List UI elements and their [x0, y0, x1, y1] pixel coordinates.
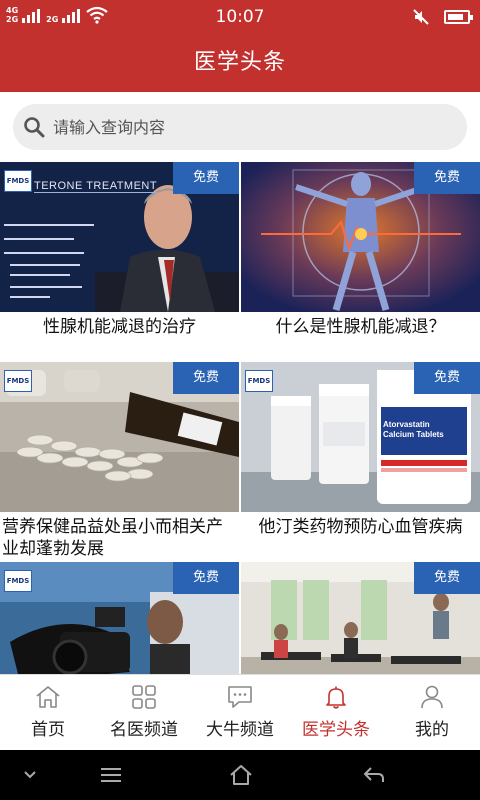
grid-icon — [132, 685, 156, 709]
nav-experts[interactable]: 大牛频道 — [192, 675, 288, 750]
article-grid: TERONE TREATMENT FMDS 免费 性腺机能减退的治疗 免费 什么… — [0, 162, 480, 674]
nav-home[interactable]: 首页 — [0, 675, 96, 750]
nav-me[interactable]: 我的 — [384, 675, 480, 750]
nav-famous-doctors[interactable]: 名医频道 — [96, 675, 192, 750]
search-input[interactable] — [53, 117, 433, 137]
article-card[interactable]: Atorvastatin Calcium Tablets FMDS 免费 他汀类… — [241, 362, 480, 562]
free-badge: 免费 — [173, 562, 239, 594]
article-thumbnail: TERONE TREATMENT FMDS 免费 — [0, 162, 239, 312]
article-title: 什么是性腺机能减退？ — [275, 317, 446, 337]
article-thumbnail: FMDS 免费 — [0, 562, 239, 674]
article-thumbnail: 免费 — [241, 162, 480, 312]
nav-medical-headlines-label: 医学头条 — [302, 720, 370, 740]
fmds-logo: FMDS — [4, 170, 32, 192]
article-thumbnail: 免费 — [241, 562, 480, 674]
nav-medical-headlines[interactable]: 医学头条 — [288, 675, 384, 750]
free-badge: 免费 — [414, 362, 480, 394]
free-badge: 免费 — [173, 162, 239, 194]
bell-icon — [326, 686, 346, 709]
bottom-nav: 首页 名医频道 大牛频道 医学头条 我的 — [0, 674, 480, 750]
free-badge: 免费 — [414, 562, 480, 594]
nav-home-label: 首页 — [31, 720, 65, 740]
chat-icon — [228, 686, 252, 708]
article-thumbnail: Atorvastatin Calcium Tablets FMDS 免费 — [241, 362, 480, 512]
article-card[interactable]: 免费 什么是性腺机能减退？ — [241, 162, 480, 362]
nav-famous-doctors-label: 名医频道 — [110, 720, 178, 740]
status-bar: 4G 2G 4G 2G 10:07 — [0, 0, 480, 34]
free-badge: 免费 — [414, 162, 480, 194]
article-title: 营养保健品益处虽小而相关产业却蓬勃发展 — [2, 517, 223, 559]
home-icon — [36, 686, 60, 708]
article-title: 性腺机能减退的治疗 — [43, 317, 196, 337]
article-title: 他汀类药物预防心血管疾病 — [258, 517, 463, 537]
article-card[interactable]: 免费 — [241, 562, 480, 674]
page-title: 医学头条 — [0, 34, 480, 92]
free-badge: 免费 — [173, 362, 239, 394]
fmds-logo: FMDS — [245, 370, 273, 392]
back-icon[interactable] — [362, 763, 386, 787]
thumbnail-caption: TERONE TREATMENT — [34, 180, 158, 193]
article-card[interactable]: TERONE TREATMENT FMDS 免费 性腺机能减退的治疗 — [0, 162, 239, 362]
nav-experts-label: 大牛频道 — [206, 720, 274, 740]
chevron-down-icon[interactable] — [22, 763, 38, 787]
article-card[interactable]: FMDS 免费 营养保健品益处虽小而相关产业却蓬勃发展 — [0, 362, 239, 562]
article-thumbnail: FMDS 免费 — [0, 362, 239, 512]
menu-icon[interactable] — [100, 763, 122, 787]
home-button-icon[interactable] — [229, 763, 253, 787]
search-bar[interactable] — [13, 104, 467, 150]
nav-me-label: 我的 — [415, 720, 449, 740]
fmds-logo: FMDS — [4, 370, 32, 392]
thumbnail-caption: Atorvastatin Calcium Tablets — [383, 420, 444, 439]
mute-icon — [413, 9, 429, 25]
battery-icon — [444, 10, 473, 24]
status-right — [412, 8, 473, 26]
search-icon — [24, 117, 45, 138]
person-icon — [421, 685, 443, 709]
system-nav-bar — [0, 750, 480, 800]
article-card[interactable]: FMDS 免费 — [0, 562, 239, 674]
clock: 10:07 — [215, 7, 265, 27]
fmds-logo: FMDS — [4, 570, 32, 592]
